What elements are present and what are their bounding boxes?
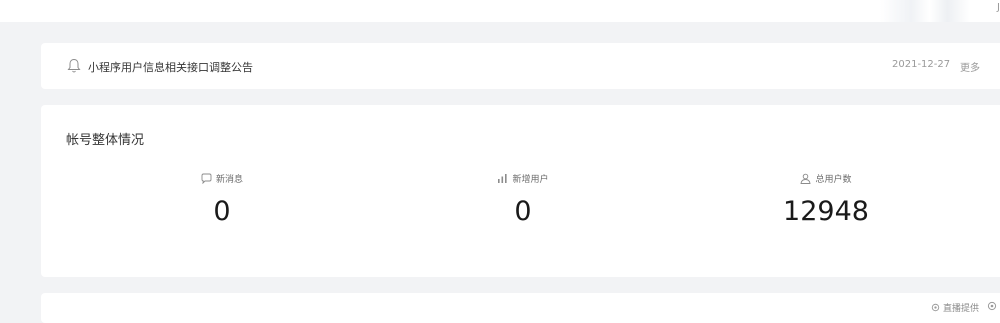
live-link[interactable]: 直播提供 <box>931 301 979 314</box>
account-area-blurred[interactable] <box>880 0 970 22</box>
stat-label: 新消息 <box>215 174 243 185</box>
stat-total-users[interactable]: 总用户数 12948 <box>706 171 946 227</box>
live-link-label: 直播提供 <box>943 304 980 314</box>
bar-chart-icon <box>498 173 508 183</box>
bell-icon <box>67 58 81 73</box>
notice-date: 2021-12-27 <box>892 59 951 70</box>
notice-card: 小程序用户信息相关接口调整公告 2021-12-27 更多 <box>41 43 1000 89</box>
user-icon <box>800 173 811 184</box>
top-bar: J <box>0 0 1000 22</box>
stat-value: 0 <box>213 196 231 227</box>
stat-new-users[interactable]: 新增用户 0 <box>403 171 643 227</box>
stat-new-messages[interactable]: 新消息 0 <box>102 171 342 227</box>
notice-link[interactable]: 小程序用户信息相关接口调整公告 <box>88 59 253 75</box>
stat-label: 新增用户 <box>512 174 549 185</box>
section-title: 帐号整体情况 <box>66 133 145 148</box>
stat-value: 12948 <box>783 196 869 227</box>
settings-icon <box>931 303 940 312</box>
stat-label: 总用户数 <box>815 174 852 185</box>
settings-icon[interactable] <box>987 301 997 311</box>
account-overview-card: 帐号整体情况 新消息 0 新增用户 0 总用户数 12948 <box>41 105 1000 277</box>
bottom-card: 直播提供 <box>41 293 1000 323</box>
message-icon <box>201 173 212 184</box>
notice-more-link[interactable]: 更多 <box>960 59 980 74</box>
stat-value: 0 <box>514 196 532 227</box>
